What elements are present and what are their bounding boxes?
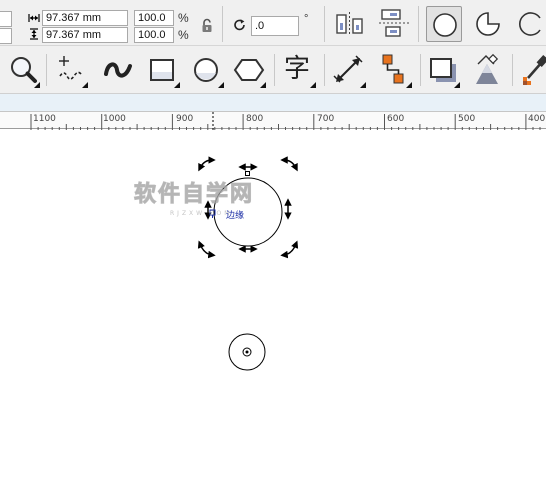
percent-label-y: %	[178, 28, 189, 42]
rotation-center-icon[interactable]	[228, 333, 266, 371]
ruler-label: 700	[317, 114, 335, 124]
connector-tool[interactable]	[378, 52, 412, 88]
rotate-handle-top-right[interactable]	[280, 156, 298, 172]
circle-node[interactable]	[245, 171, 250, 176]
zoom-tool[interactable]	[6, 52, 40, 88]
watermark: 软件自学网	[133, 182, 255, 208]
mirror-horizontal-button[interactable]	[332, 6, 368, 42]
scale-y-field[interactable]: 100.0	[134, 27, 174, 43]
toolbox: 字	[0, 46, 546, 94]
ruler-label: 400	[528, 114, 546, 124]
height-icon	[30, 28, 38, 40]
separator	[222, 6, 223, 42]
text-tool-glyph: 字	[284, 54, 311, 84]
rotate-handle-bottom-left[interactable]	[197, 240, 216, 259]
pie-mode-icon	[476, 12, 500, 36]
x-position-field[interactable]	[0, 11, 12, 27]
ruler-label: 800	[246, 114, 264, 124]
drop-shadow-tool[interactable]	[426, 52, 460, 88]
freehand-tool[interactable]	[54, 52, 88, 88]
transparency-tool[interactable]	[470, 52, 504, 88]
rotate-handle-top-left[interactable]	[198, 156, 216, 172]
pie-mode-button[interactable]	[470, 6, 506, 42]
polygon-tool[interactable]	[232, 52, 266, 88]
ruler-label: 1100	[33, 114, 56, 124]
dimension-tool[interactable]	[332, 52, 366, 88]
artistic-media-tool[interactable]	[102, 52, 136, 88]
rectangle-tool[interactable]	[146, 52, 180, 88]
property-bar: 97.367 mm 97.367 mm 100.0 100.0 % % .0 °	[0, 0, 546, 46]
transparency-icon	[476, 53, 499, 84]
ruler-label: 600	[387, 114, 405, 124]
ruler-label: 1000	[103, 114, 126, 124]
rotation-angle-field[interactable]: .0	[251, 16, 299, 36]
separator	[420, 54, 421, 86]
ruler-label: 500	[458, 114, 476, 124]
object-width-field[interactable]: 97.367 mm	[42, 10, 128, 26]
separator	[512, 54, 513, 86]
eyedropper-icon	[523, 54, 546, 85]
rotate-handle-bottom-right[interactable]	[280, 240, 299, 259]
scale-x-field[interactable]: 100.0	[134, 10, 174, 26]
separator	[46, 54, 47, 86]
ellipse-tool[interactable]	[190, 52, 224, 88]
arc-mode-button[interactable]	[512, 6, 546, 42]
drawing-canvas[interactable]: 软件自学网 RJZXW.COM 边缘	[0, 130, 546, 483]
mirror-vertical-button[interactable]	[376, 6, 412, 42]
y-position-field[interactable]	[0, 28, 12, 44]
watermark-url: RJZXW.COM	[170, 210, 233, 217]
percent-label-x: %	[178, 11, 189, 25]
ellipse-mode-icon	[433, 13, 457, 37]
separator	[418, 6, 419, 42]
rotation-icon	[234, 19, 245, 31]
separator	[324, 54, 325, 86]
mirror-horizontal-icon	[336, 12, 363, 36]
horizontal-ruler[interactable]: 1100 1000 900 800 700 600 500 400	[0, 111, 546, 130]
eyedropper-tool[interactable]	[518, 52, 546, 88]
width-icon	[28, 14, 40, 22]
document-tab-strip	[0, 94, 546, 111]
text-tool[interactable]: 字	[282, 52, 316, 88]
snap-hint-label: 边缘	[226, 211, 245, 221]
separator	[274, 54, 275, 86]
degree-label: °	[304, 13, 309, 25]
lock-ratio-icon[interactable]	[200, 18, 214, 34]
separator	[324, 6, 325, 42]
ellipse-mode-button[interactable]	[426, 6, 462, 42]
artistic-media-icon	[104, 62, 132, 78]
mirror-vertical-icon	[379, 9, 409, 37]
object-height-field[interactable]: 97.367 mm	[42, 27, 128, 43]
ruler-label: 900	[176, 114, 194, 124]
arc-mode-icon	[519, 12, 541, 36]
canvas-drawing	[197, 156, 299, 371]
